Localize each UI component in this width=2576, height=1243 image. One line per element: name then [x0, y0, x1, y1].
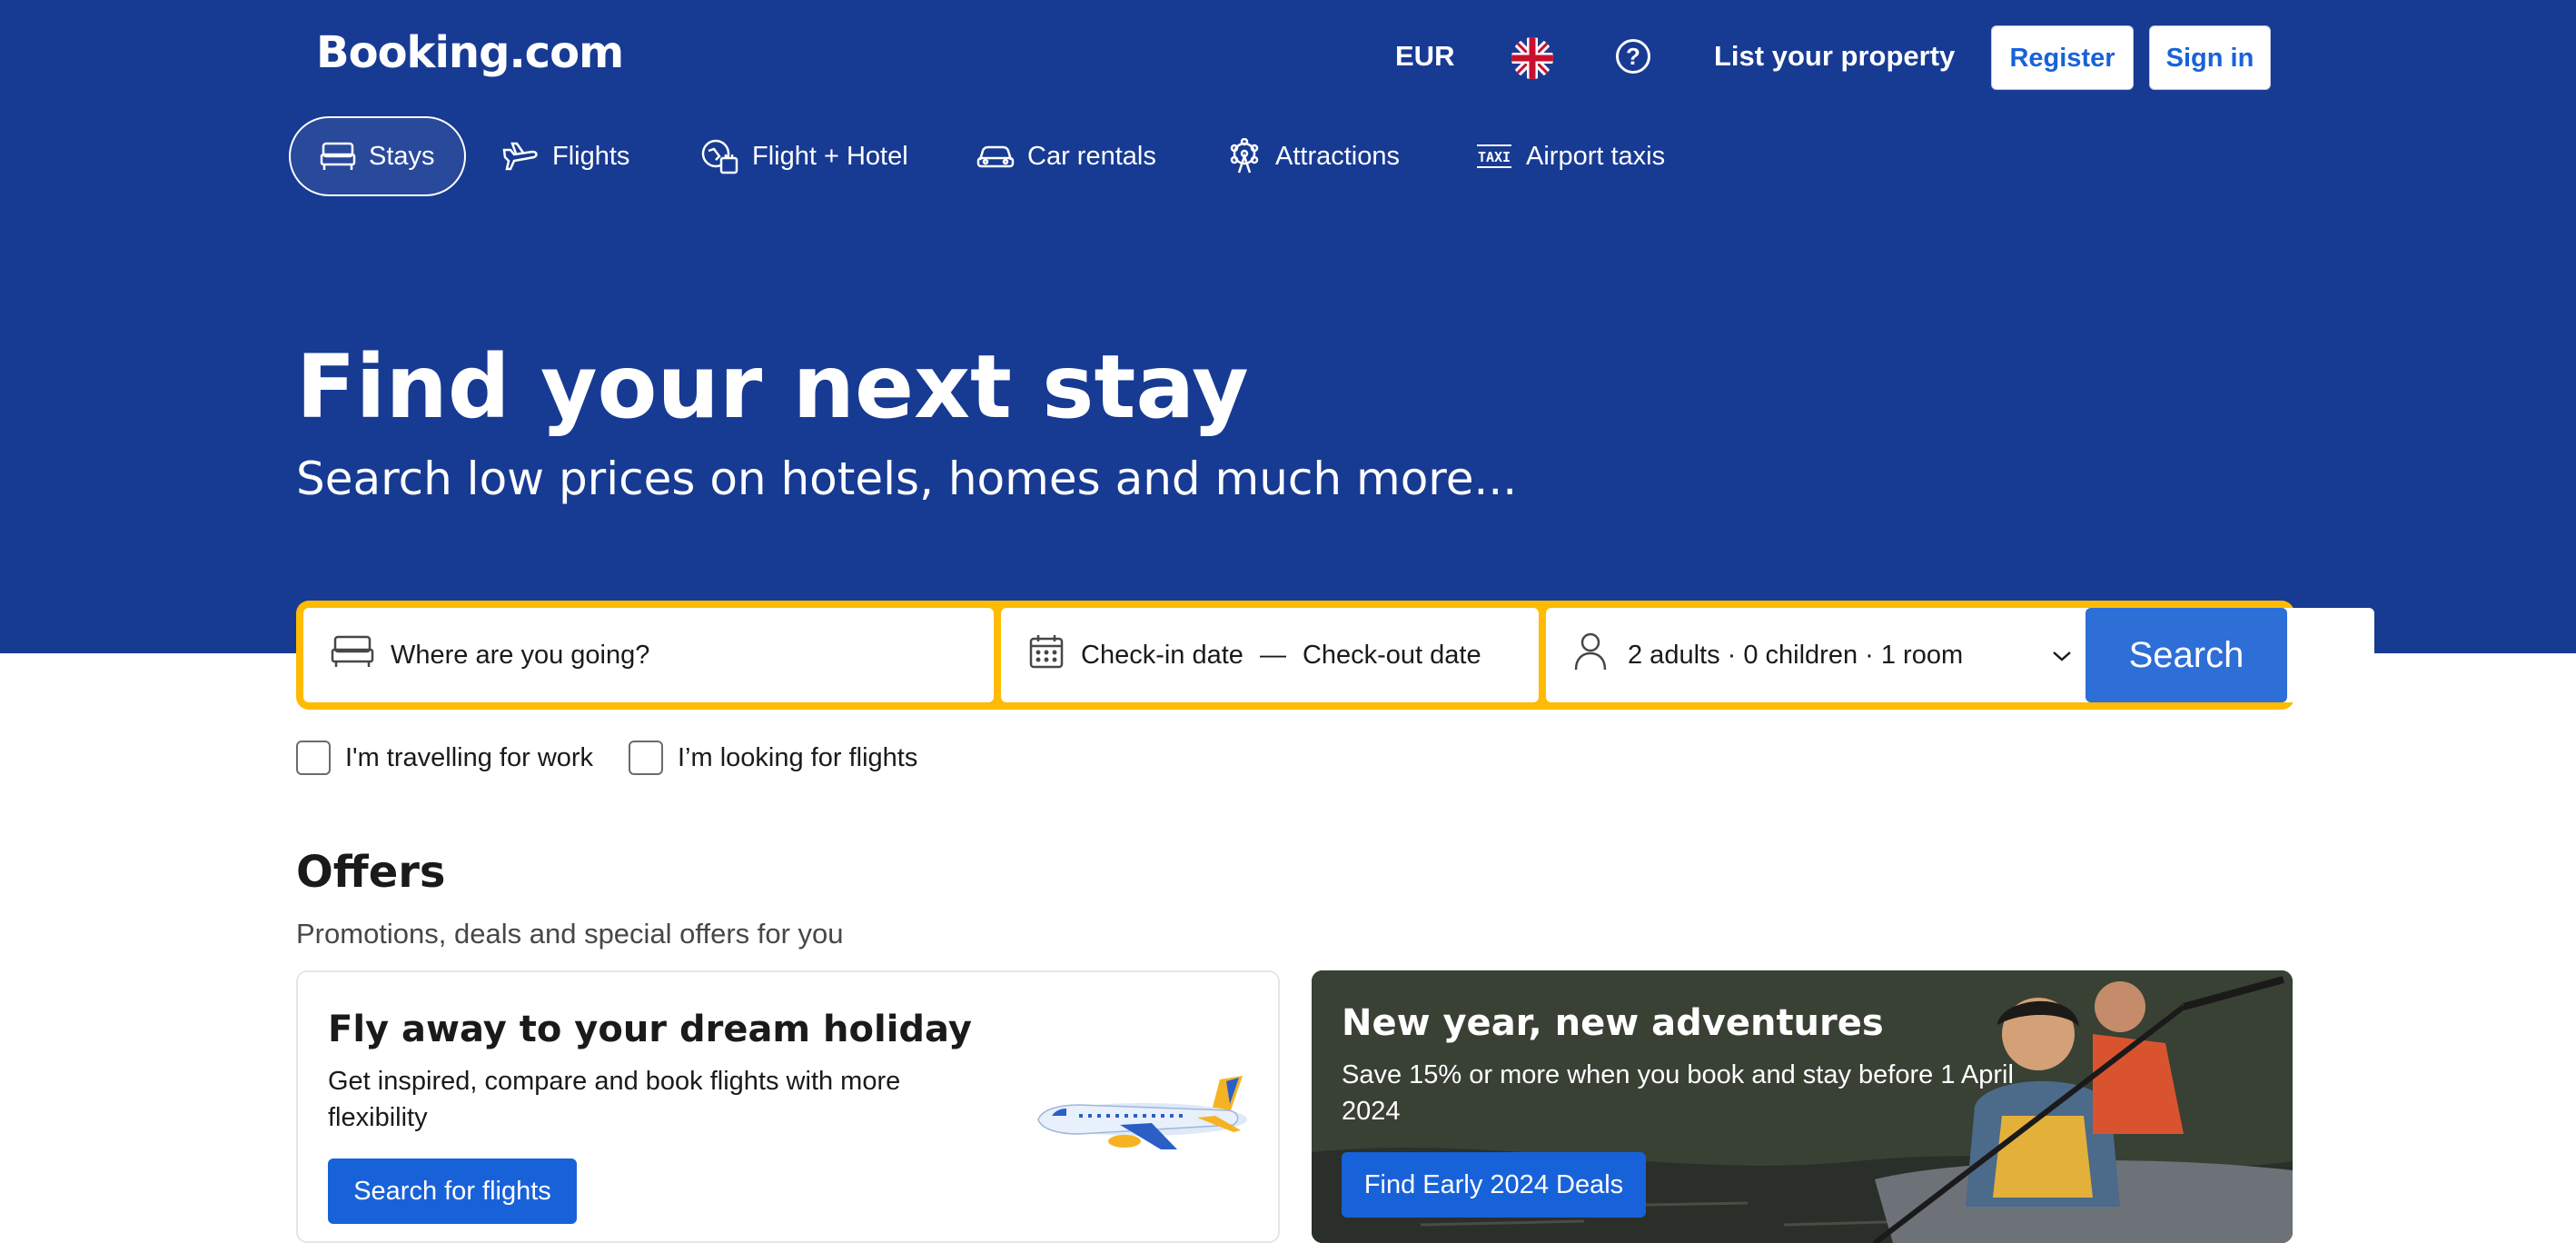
nav-tab-car-rentals[interactable]: Car rentals	[947, 116, 1185, 196]
hero-title: Find your next stay	[296, 336, 1249, 438]
work-travel-option[interactable]: I'm travelling for work	[296, 741, 593, 775]
checkin-date: Check-in date	[1081, 640, 1243, 670]
calendar-icon	[1028, 633, 1065, 677]
flights-option[interactable]: I’m looking for flights	[629, 741, 917, 775]
plane-icon	[501, 141, 540, 172]
car-icon	[976, 142, 1015, 171]
search-flights-button[interactable]: Search for flights	[328, 1158, 577, 1224]
offer-card-title: New year, new adventures	[1342, 1002, 1884, 1044]
nav-label-flight-hotel: Flight + Hotel	[752, 141, 908, 171]
bed-icon	[320, 141, 356, 172]
nav-label-flights: Flights	[552, 141, 630, 171]
find-deals-button[interactable]: Find Early 2024 Deals	[1342, 1152, 1646, 1218]
nav-label-attractions: Attractions	[1275, 141, 1400, 171]
list-your-property-link[interactable]: List your property	[1714, 40, 1955, 73]
dates-field[interactable]: Check-in date — Check-out date	[1001, 608, 1539, 702]
taxi-icon: TAXI	[1475, 142, 1513, 171]
currency-selector[interactable]: EUR	[1395, 40, 1454, 73]
sign-in-button[interactable]: Sign in	[2149, 25, 2271, 90]
guests-summary: 2 adults · 0 children · 1 room	[1628, 640, 1964, 670]
nav-tab-flight-hotel[interactable]: Flight + Hotel	[672, 116, 937, 196]
uk-flag-icon[interactable]	[1511, 37, 1553, 79]
offers-subtitle: Promotions, deals and special offers for…	[296, 918, 844, 950]
offer-card-adventures: New year, new adventures Save 15% or mor…	[1312, 970, 2293, 1243]
flight-hotel-icon	[701, 138, 739, 174]
svg-text:TAXI: TAXI	[1478, 149, 1511, 165]
register-button[interactable]: Register	[1991, 25, 2134, 90]
search-button[interactable]: Search	[2086, 608, 2287, 702]
destination-field[interactable]: Where are you going?	[303, 608, 994, 702]
date-separator: —	[1259, 640, 1286, 670]
hero-banner	[0, 0, 2576, 653]
nav-label-car-rentals: Car rentals	[1027, 141, 1156, 171]
flights-checkbox[interactable]	[629, 741, 663, 775]
person-icon	[1573, 631, 1608, 679]
nav-label-airport-taxis: Airport taxis	[1526, 141, 1666, 171]
work-travel-checkbox[interactable]	[296, 741, 331, 775]
offer-card-text: Save 15% or more when you book and stay …	[1342, 1060, 2014, 1126]
booking-logo[interactable]: Booking.com	[316, 27, 624, 78]
nav-label-stays: Stays	[369, 141, 435, 171]
hero-subtitle: Search low prices on hotels, homes and m…	[296, 452, 1518, 505]
work-travel-label: I'm travelling for work	[345, 742, 594, 772]
help-icon[interactable]: ?	[1616, 39, 1650, 74]
search-bar: Where are you going? Check-in date — Che…	[296, 601, 2374, 710]
offers-title: Offers	[296, 847, 446, 898]
flights-label: I’m looking for flights	[678, 742, 918, 772]
offer-card-text: Get inspired, compare and book flights w…	[328, 1067, 901, 1132]
offer-card-flights: Fly away to your dream holiday Get inspi…	[296, 970, 1280, 1243]
offer-card-title: Fly away to your dream holiday	[328, 1009, 972, 1050]
nav-tab-attractions[interactable]: Attractions	[1197, 116, 1429, 196]
nav-tab-flights[interactable]: Flights	[472, 116, 659, 196]
chevron-down-icon	[2051, 641, 2073, 671]
airplane-illustration	[1025, 1063, 1252, 1168]
ferris-wheel-icon	[1226, 138, 1263, 174]
nav-tab-airport-taxis[interactable]: TAXI Airport taxis	[1446, 116, 1694, 196]
nav-tab-stays[interactable]: Stays	[289, 116, 466, 196]
bed-icon	[331, 633, 374, 677]
checkout-date: Check-out date	[1302, 640, 1481, 670]
destination-placeholder: Where are you going?	[391, 640, 650, 670]
